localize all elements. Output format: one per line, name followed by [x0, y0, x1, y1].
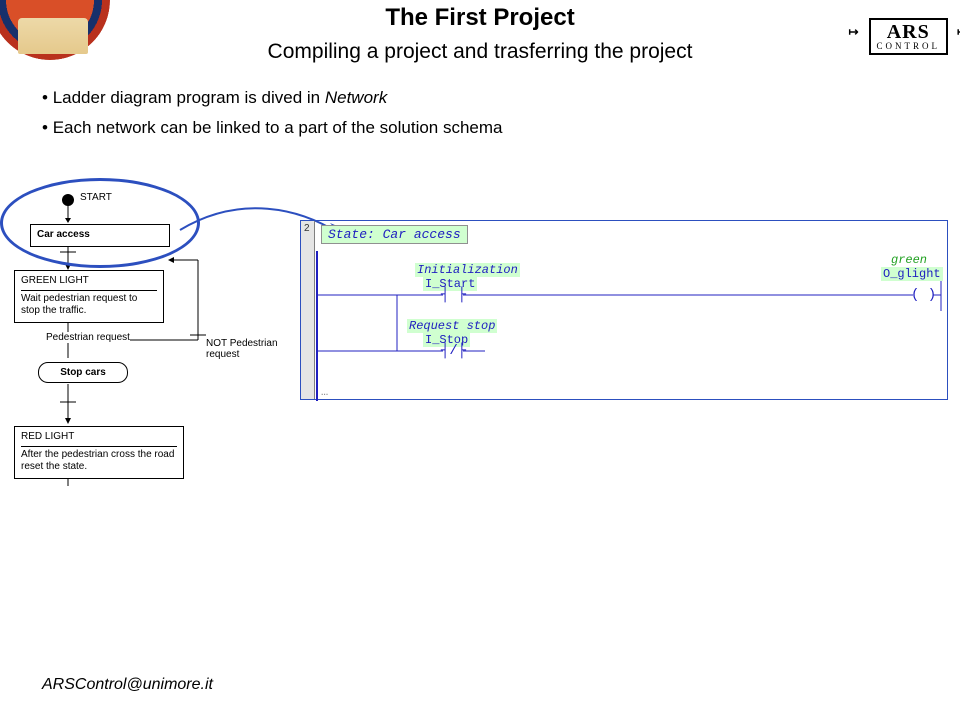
bullet-2: Each network can be linked to a part of …	[42, 118, 503, 138]
action-stop-cars: Stop cars	[38, 362, 128, 383]
ellipsis: …	[321, 385, 328, 399]
slide-title: The First Project	[0, 4, 960, 32]
coil-o-glight: ( )	[911, 287, 936, 303]
network-number: 2	[304, 223, 310, 234]
contact-i-start: ┤ ├	[441, 287, 466, 303]
state-green-light: GREEN LIGHT Wait pedestrian request to s…	[14, 270, 164, 323]
bullet-1: Ladder diagram program is dived in Netwo…	[42, 88, 503, 108]
ladder-network-panel: 2 State: Car access Initialization I_Sta…	[300, 220, 948, 400]
footer-email: ARSControl@unimore.it	[42, 676, 213, 694]
start-label: START	[80, 192, 112, 203]
network-gutter: 2	[301, 221, 315, 399]
transition-ped-request: Pedestrian request	[46, 332, 130, 343]
state-car-access: Car access	[30, 224, 170, 247]
sf-chart: START Car access GREEN LIGHT Wait pedest…	[8, 190, 288, 550]
req-stop-label: Request stop	[407, 319, 497, 333]
init-label: Initialization	[415, 263, 520, 277]
contact-nc-i-stop: ┤/├	[441, 343, 466, 359]
network-title: State: Car access	[321, 225, 468, 244]
bullet-list: Ladder diagram program is dived in Netwo…	[42, 88, 503, 148]
transition-not-ped-request: NOT Pedestrian request	[206, 338, 288, 360]
start-dot-icon	[62, 194, 74, 206]
green-comment: green	[891, 253, 927, 267]
slide-subtitle: Compiling a project and trasferring the …	[0, 40, 960, 64]
state-red-light: RED LIGHT After the pedestrian cross the…	[14, 426, 184, 479]
output-label: O_glight	[881, 267, 943, 281]
title-block: The First Project Compiling a project an…	[0, 4, 960, 64]
